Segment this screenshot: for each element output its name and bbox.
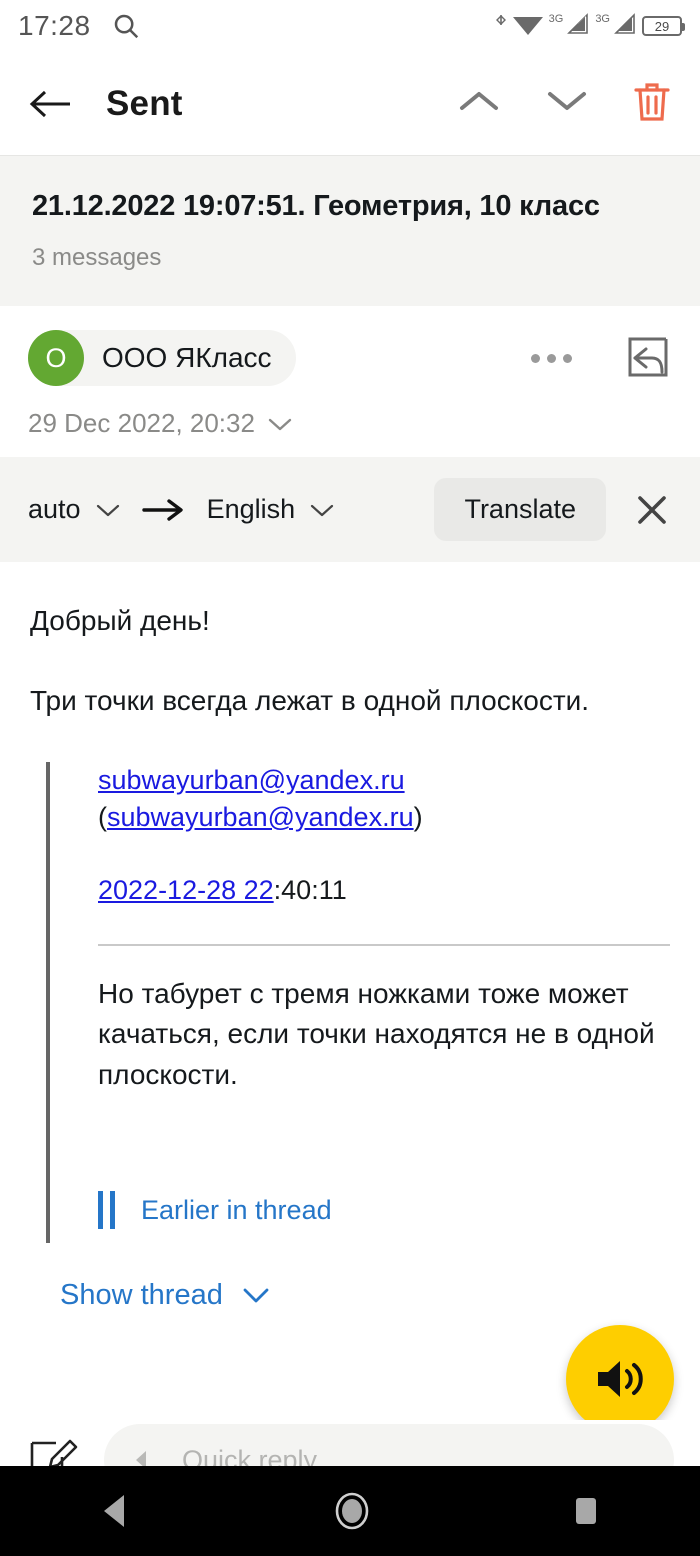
quoted-date-link[interactable]: 2022-12-28 22 [98,875,274,905]
message-body: Добрый день! Три точки всегда лежат в од… [0,562,700,1313]
quoted-message: subwayurban@yandex.ru (subwayurban@yande… [46,761,670,1244]
wifi-icon [511,11,545,42]
quoted-date-line: 2022-12-28 22:40:11 [98,872,670,909]
chevron-down-icon[interactable] [95,502,121,518]
translate-button[interactable]: Translate [434,478,606,542]
source-language-value: auto [28,494,81,525]
chevron-down-icon[interactable] [544,86,590,121]
sender-name: ООО ЯКласс [102,342,272,374]
earlier-in-thread-label: Earlier in thread [141,1194,332,1225]
signal-2-label: 3G [595,13,610,25]
close-icon[interactable] [632,490,672,530]
thread-header: 21.12.2022 19:07:51. Геометрия, 10 класс… [0,155,700,307]
avatar: О [28,330,84,387]
quoted-sender-line: subwayurban@yandex.ru (subwayurban@yande… [98,762,670,837]
text-to-speech-fab[interactable] [566,1325,674,1433]
nav-home-icon[interactable] [329,1488,375,1534]
status-bar: 17:28 3G 3G 29 [0,0,700,52]
quoted-text: Но табурет с тремя ножками тоже может ка… [98,977,655,1090]
thread-subject: 21.12.2022 19:07:51. Геометрия, 10 класс [32,190,600,222]
trash-icon[interactable] [632,79,672,128]
app-bar-actions [456,79,672,128]
quoted-email-link[interactable]: subwayurban@yandex.ru [98,765,405,795]
sender-row: О ООО ЯКласс [28,330,672,387]
back-arrow-icon[interactable] [28,87,80,121]
alarm-dot-icon [495,11,507,42]
target-language-value: English [206,494,296,525]
battery-level: 29 [654,18,670,34]
reply-icon[interactable] [622,331,672,386]
message-header: О ООО ЯКласс 29 Dec 2022, 20:32 [0,306,700,458]
body-paragraph: Три точки всегда лежат в одной плоскости… [30,685,590,717]
chevron-up-icon[interactable] [456,86,502,121]
message-date-row[interactable]: 29 Dec 2022, 20:32 [28,408,672,439]
status-icons: 3G 3G 29 [495,11,685,42]
app-bar: Sent [0,52,700,155]
thread-bars-icon [98,1191,115,1230]
signal-1-label: 3G [548,13,564,25]
chevron-down-icon[interactable] [267,408,293,439]
quoted-date-rest: :40:11 [273,875,347,906]
signal-2-icon [612,11,638,42]
thread-message-count: 3 messages [32,244,162,272]
sender-chip[interactable]: О ООО ЯКласс [28,330,296,387]
chevron-down-icon[interactable] [241,1279,271,1312]
quoted-email-link-2[interactable]: subwayurban@yandex.ru [107,802,414,832]
battery-icon: 29 [642,16,685,36]
source-language-select[interactable]: auto [28,494,121,525]
signal-1-icon [565,11,591,42]
show-thread-button[interactable]: Show thread [60,1279,670,1312]
paren-close: ) [413,802,423,833]
search-icon[interactable] [111,11,141,41]
more-options-icon[interactable] [531,353,572,363]
translate-bar: auto English Translate [0,457,700,563]
nav-recents-icon[interactable] [568,1490,604,1532]
page-title: Sent [106,83,183,123]
message-date: 29 Dec 2022, 20:32 [28,408,255,439]
message-actions [531,331,672,386]
chevron-down-icon[interactable] [309,502,335,518]
earlier-in-thread-link[interactable]: Earlier in thread [98,1191,670,1233]
nav-back-icon[interactable] [96,1489,136,1533]
speaker-volume-icon [598,1361,643,1397]
show-thread-label: Show thread [60,1279,223,1312]
target-language-select[interactable]: English [207,494,336,525]
android-nav-bar [0,1466,700,1556]
status-time: 17:28 [18,10,91,41]
quote-divider [98,943,670,946]
paren-open: ( [98,802,107,833]
arrow-right-icon [141,497,187,523]
body-greeting: Добрый день! [30,605,210,637]
